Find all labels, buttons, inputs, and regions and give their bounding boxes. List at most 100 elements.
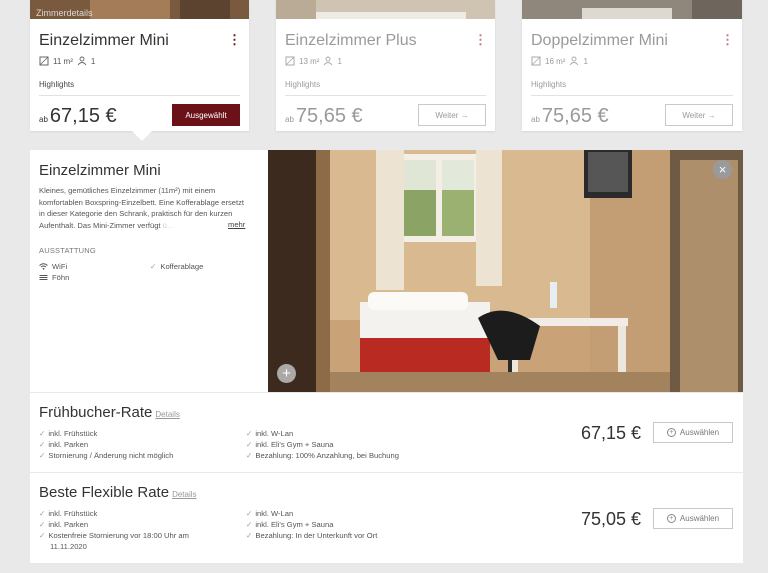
divider [285, 95, 486, 96]
feature-text: Bezahlung: In der Unterkunft vor Ort [255, 531, 378, 540]
amenity-wifi: WiFi [39, 262, 67, 271]
room-thumbnail[interactable]: Zimmerdetails [30, 0, 249, 19]
rate-price: 75,05 € [580, 509, 641, 529]
check-icon: ✓ [39, 451, 46, 460]
check-icon: ✓ [246, 451, 253, 460]
amenity-label: Kofferablage [160, 262, 204, 271]
room-specs: 16 m² 1 [531, 56, 588, 66]
rate-row-fruehbucher: Frühbucher-Rate Details ✓ inkl. Frühstück … [30, 393, 743, 472]
next-button[interactable]: Weiter → [665, 104, 733, 126]
area-icon [39, 56, 49, 66]
room-specs: 11 m² 1 [39, 56, 95, 66]
highlights-label: Highlights [285, 80, 321, 89]
room-photo-image [268, 150, 743, 392]
feature-text: inkl. Parken [48, 520, 89, 529]
area-icon [285, 56, 295, 66]
room-area: 13 m² [299, 56, 320, 66]
room-guests: 1 [337, 56, 342, 66]
rate-feature: ✓ inkl. Frühstück [39, 508, 97, 519]
close-icon[interactable]: × [713, 160, 732, 179]
feature-text: inkl. W-Lan [255, 509, 294, 518]
next-button[interactable]: Weiter → [418, 104, 486, 126]
description-fade: ü… [162, 220, 175, 230]
check-icon: ✓ [246, 509, 253, 518]
feature-text: inkl. Eli's Gym + Sauna [255, 440, 334, 449]
check-icon: ✓ [39, 440, 46, 449]
check-icon: ✓ [39, 509, 46, 518]
check-icon: ✓ [39, 531, 46, 540]
rate-feature: ✓ inkl. W-Lan [246, 508, 293, 519]
rate-feature: ✓ Stornierung / Änderung nicht möglich [39, 450, 173, 461]
room-card-einzelzimmer-mini[interactable]: Zimmerdetails Einzelzimmer Mini ⋮ 11 m² … [30, 0, 249, 131]
room-thumbnail[interactable] [276, 0, 495, 19]
divider [531, 95, 733, 96]
rate-feature: ✓ Bezahlung: In der Unterkunft vor Ort [246, 530, 377, 541]
description-text: Kleines, gemütliches Einzelzimmer (11m²)… [39, 186, 245, 230]
rate-name: Beste Flexible Rate [39, 484, 170, 501]
highlights-label: Highlights [531, 80, 567, 89]
amenities-label: AUSSTATTUNG [39, 246, 96, 255]
rate-details-link[interactable]: Details [172, 490, 196, 499]
room-price: ab 75,65 € [285, 105, 363, 128]
price-prefix: ab [531, 115, 540, 124]
room-area: 16 m² [545, 56, 566, 66]
price-value: 75,65 € [541, 105, 609, 127]
amenity-label: Föhn [52, 273, 70, 282]
rate-title: Beste Flexible Rate Details [39, 484, 197, 501]
selection-pointer [132, 131, 152, 141]
check-icon: ✓ [246, 520, 253, 529]
thumbnail-label: Zimmerdetails [36, 8, 93, 18]
more-options-icon[interactable]: ⋮ [721, 33, 734, 46]
room-title: Doppelzimmer Mini [531, 32, 668, 49]
room-card-doppelzimmer-mini[interactable]: Doppelzimmer Mini ⋮ 16 m² 1 Highlights a… [522, 0, 742, 131]
room-price: ab 67,15 € [39, 105, 117, 128]
price-value: 75,65 € [295, 105, 363, 127]
room-title: Einzelzimmer Mini [39, 32, 169, 49]
more-options-icon[interactable]: ⋮ [474, 33, 487, 46]
room-photo[interactable]: × + [268, 150, 743, 392]
wifi-icon [39, 263, 48, 270]
room-area: 11 m² [53, 56, 73, 66]
feature-text: inkl. Eli's Gym + Sauna [255, 520, 334, 529]
rate-feature: ✓ inkl. Frühstück [39, 428, 97, 439]
room-thumbnail[interactable] [522, 0, 742, 19]
select-label: Auswählen [679, 428, 720, 437]
room-price: ab 75,65 € [531, 105, 609, 128]
select-rate-button[interactable]: + Auswählen [653, 422, 733, 443]
room-guests: 1 [90, 56, 96, 66]
rate-row-flexible: Beste Flexible Rate Details ✓ inkl. Frühst… [30, 473, 743, 563]
more-link[interactable]: mehr [228, 220, 245, 229]
select-label: Auswählen [679, 514, 720, 523]
room-guests: 1 [583, 56, 588, 66]
guest-icon [77, 56, 87, 66]
room-card-einzelzimmer-plus[interactable]: Einzelzimmer Plus ⋮ 13 m² 1 Highlights a… [276, 0, 495, 131]
rate-feature: ✓ inkl. Parken [39, 439, 88, 450]
guest-icon [570, 56, 579, 66]
rate-feature: ✓ inkl. Eli's Gym + Sauna [246, 439, 333, 450]
feature-text: Stornierung / Änderung nicht möglich [48, 451, 174, 460]
plus-circle-icon: + [666, 428, 676, 437]
rate-feature: ✓ inkl. Parken [39, 519, 88, 530]
divider [39, 95, 240, 96]
rate-details-link[interactable]: Details [155, 410, 179, 419]
plus-circle-icon: + [666, 514, 676, 523]
highlights-label: Highlights [39, 80, 75, 89]
feature-text: inkl. W-Lan [255, 429, 294, 438]
selected-button[interactable]: Ausgewählt [172, 104, 240, 126]
select-rate-button[interactable]: + Auswählen [653, 508, 733, 529]
check-icon: ✓ [246, 429, 253, 438]
more-options-icon[interactable]: ⋮ [228, 33, 241, 46]
zoom-plus-icon[interactable]: + [277, 364, 296, 383]
feature-text: inkl. Frühstück [48, 509, 98, 518]
room-detail-panel: Einzelzimmer Mini Kleines, gemütliches E… [30, 150, 743, 392]
rate-feature: ✓ inkl. W-Lan [246, 428, 293, 439]
hairdryer-icon [39, 275, 48, 280]
room-title: Einzelzimmer Plus [285, 32, 417, 49]
feature-text: Bezahlung: 100% Anzahlung, bei Buchung [255, 451, 399, 460]
rate-feature: ✓ Kostenfreie Stornierung vor 18:00 Uhr a… [39, 530, 209, 552]
rate-price: 67,15 € [580, 423, 641, 443]
rate-title: Frühbucher-Rate Details [39, 404, 180, 421]
feature-text: inkl. Frühstück [48, 429, 98, 438]
detail-description: Kleines, gemütliches Einzelzimmer (11m²)… [39, 185, 249, 231]
guest-icon [324, 56, 333, 66]
